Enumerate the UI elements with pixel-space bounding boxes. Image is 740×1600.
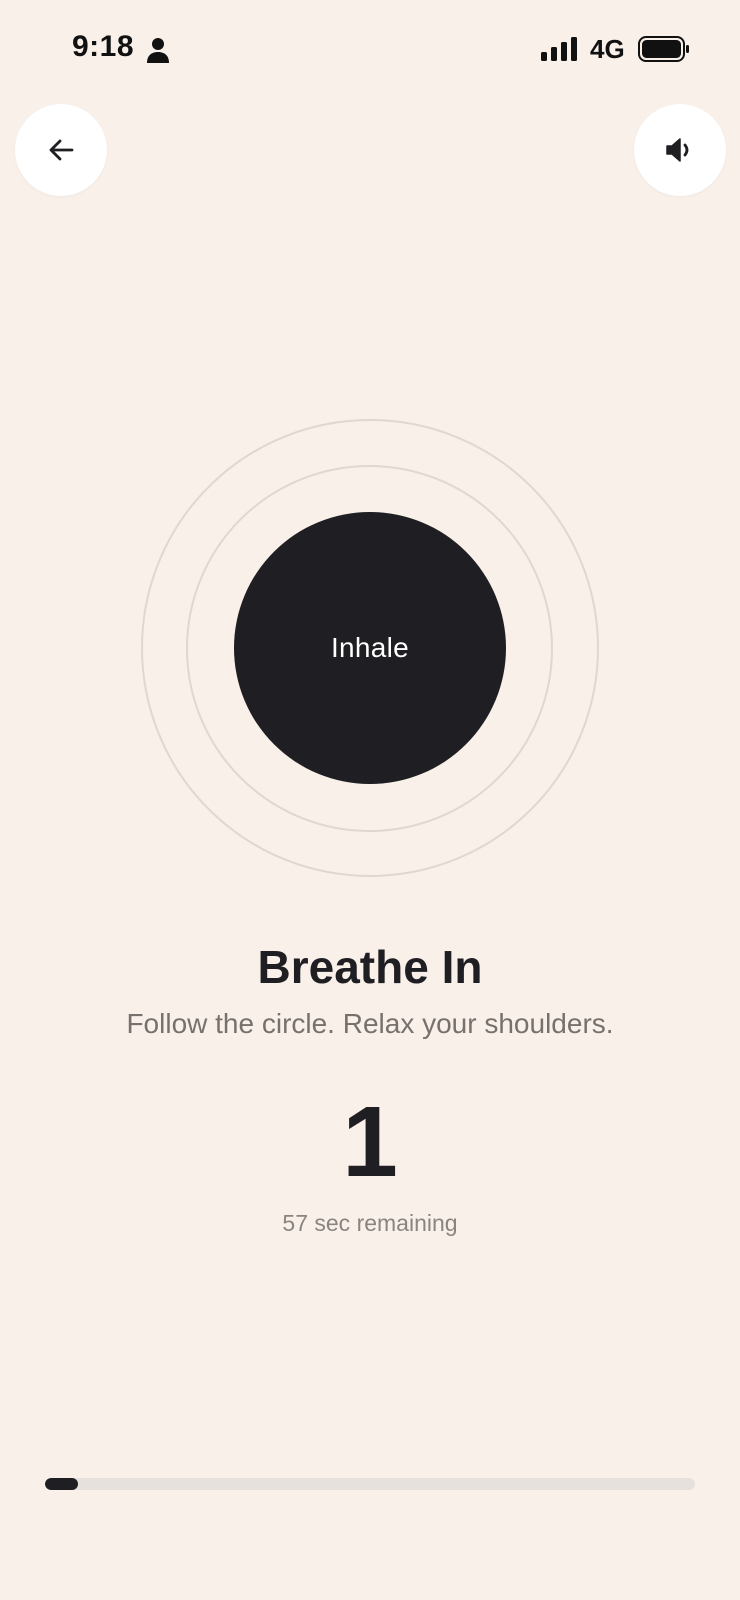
battery-icon <box>638 36 689 62</box>
arrow-left-icon <box>49 139 74 161</box>
circle-label: Inhale <box>330 632 410 663</box>
signal-bars-icon <box>541 37 577 61</box>
person-icon <box>147 38 169 63</box>
sound-button[interactable] <box>634 104 726 196</box>
speaker-icon <box>666 138 689 162</box>
breathing-circle: Inhale <box>234 512 506 784</box>
session-progress-bar <box>45 1478 695 1490</box>
time-remaining: 57 sec remaining <box>282 1210 458 1236</box>
back-button[interactable] <box>15 104 107 196</box>
session-progress-fill <box>45 1478 78 1490</box>
instruction-text: Follow the circle. Relax your shoulders. <box>126 1008 614 1039</box>
phase-title: Breathe In <box>257 941 483 993</box>
breath-counter: 1 <box>342 1086 398 1198</box>
status-time: 9:18 <box>72 30 135 63</box>
status-bar: 9:18 4G <box>0 0 740 100</box>
network-label: 4G <box>590 34 625 64</box>
